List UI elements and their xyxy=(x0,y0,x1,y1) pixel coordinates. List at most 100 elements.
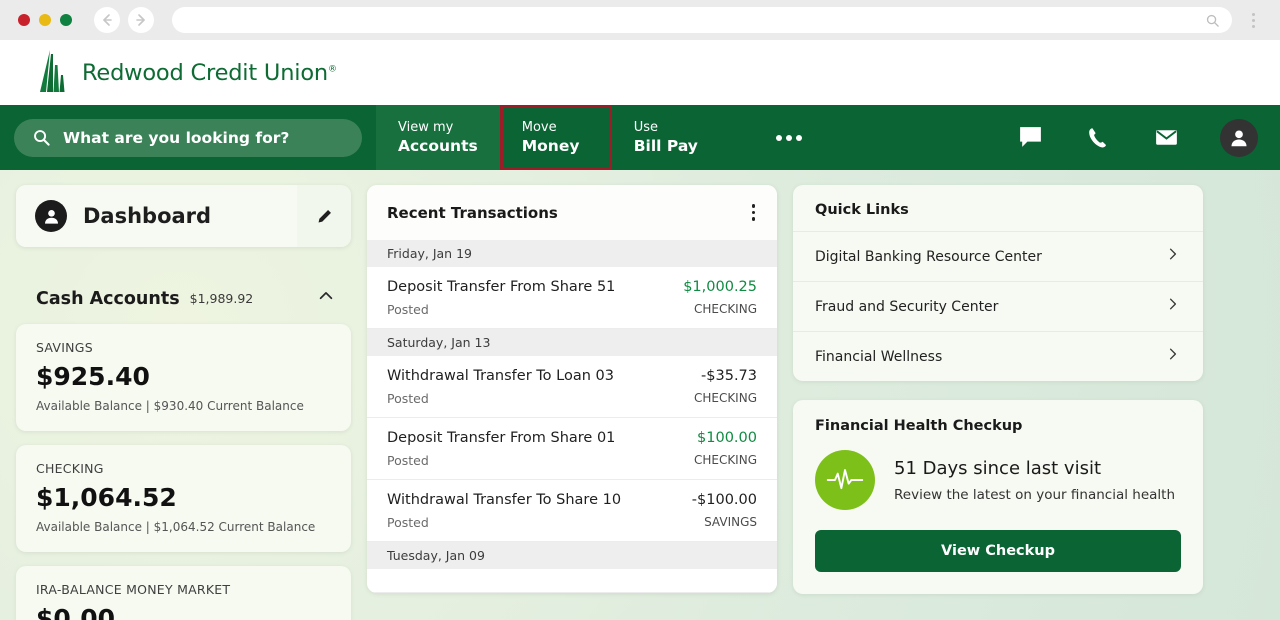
view-checkup-button[interactable]: View Checkup xyxy=(815,530,1181,572)
transaction-status: Posted xyxy=(387,453,429,468)
user-account-button[interactable] xyxy=(1220,118,1258,157)
quick-link-fraud-and-security-center[interactable]: Fraud and Security Center xyxy=(793,281,1203,331)
brand-name: Redwood Credit Union® xyxy=(82,60,337,86)
user-avatar-icon xyxy=(1231,129,1247,146)
recent-transactions-panel: Recent Transactions Friday, Jan 19 Depos… xyxy=(367,185,777,593)
kebab-menu-icon xyxy=(1251,12,1255,16)
transaction-account: CHECKING xyxy=(693,302,757,316)
quick-link-label: Financial Wellness xyxy=(815,348,943,365)
brand-logo-link[interactable]: Redwood Credit Union® xyxy=(33,48,337,98)
dashboard-title-area[interactable]: Dashboard xyxy=(16,185,297,247)
accounts-sidebar: Dashboard Cash Accounts $1,989.92 SAVING… xyxy=(16,185,351,620)
quick-link-label: Fraud and Security Center xyxy=(815,298,999,315)
nav-item-label-main: Bill Pay xyxy=(633,137,698,155)
nav-item-label-top: Use xyxy=(633,120,659,135)
search-icon xyxy=(34,130,50,146)
back-button[interactable] xyxy=(94,7,120,33)
cash-accounts-title: Cash Accounts xyxy=(36,288,180,309)
table-row[interactable] xyxy=(367,569,777,593)
recent-transactions-title: Recent Transactions xyxy=(387,203,558,222)
forward-arrow-icon xyxy=(136,14,145,26)
brand-header: Redwood Credit Union® xyxy=(0,40,1280,105)
table-row[interactable]: Deposit Transfer From Share 01 $100.00 P… xyxy=(367,418,777,480)
maximize-window-button[interactable] xyxy=(60,14,72,26)
nav-item-label-main: Money xyxy=(521,137,580,155)
nav-item-view-my-accounts[interactable]: View my Accounts xyxy=(376,105,500,170)
nav-search-container: What are you looking for? xyxy=(0,105,376,170)
chat-button[interactable] xyxy=(996,124,1064,151)
window-traffic-lights xyxy=(18,14,72,26)
transaction-account: CHECKING xyxy=(693,453,757,467)
transaction-name: Deposit Transfer From Share 01 xyxy=(387,430,616,446)
quick-link-financial-wellness[interactable]: Financial Wellness xyxy=(793,331,1203,381)
chevron-right-icon xyxy=(1165,346,1181,367)
transactions-menu-button[interactable] xyxy=(746,198,762,227)
nav-more-menu-button[interactable] xyxy=(750,105,828,170)
search-input[interactable]: What are you looking for? xyxy=(14,118,362,157)
transaction-date-header: Friday, Jan 19 xyxy=(367,240,777,267)
table-row[interactable]: Withdrawal Transfer To Share 10 -$100.00… xyxy=(367,480,777,542)
nav-item-label-top: Move xyxy=(521,120,557,135)
account-card-ira-money-market[interactable]: IRA-BALANCE MONEY MARKET $0.00 xyxy=(16,566,351,620)
cash-accounts-header[interactable]: Cash Accounts $1,989.92 xyxy=(16,287,351,310)
phone-button[interactable] xyxy=(1064,125,1132,151)
close-window-button[interactable] xyxy=(18,14,30,26)
forward-button[interactable] xyxy=(128,7,154,33)
nav-item-use-bill-pay[interactable]: Use Bill Pay xyxy=(612,105,724,170)
search-icon xyxy=(1206,14,1219,27)
browser-nav-buttons xyxy=(94,7,154,33)
ellipsis-icon xyxy=(775,134,782,141)
transaction-account: SAVINGS xyxy=(704,515,757,529)
chat-icon xyxy=(1019,127,1041,147)
chevron-right-icon xyxy=(1165,246,1181,267)
account-card-savings[interactable]: SAVINGS $925.40 Available Balance | $930… xyxy=(16,324,351,431)
transaction-account: CHECKING xyxy=(693,391,757,405)
chevron-up-icon xyxy=(319,291,333,300)
table-row[interactable]: Withdrawal Transfer To Loan 03 -$35.73 P… xyxy=(367,356,777,418)
transaction-amount: $1,000.25 xyxy=(683,279,757,295)
quick-links-title: Quick Links xyxy=(815,202,909,218)
account-card-checking[interactable]: CHECKING $1,064.52 Available Balance | $… xyxy=(16,445,351,552)
collapse-cash-accounts-button[interactable] xyxy=(317,287,335,310)
page-content: Dashboard Cash Accounts $1,989.92 SAVING… xyxy=(0,170,1280,620)
right-sidebar: Quick Links Digital Banking Resource Cen… xyxy=(793,185,1203,594)
transaction-name: Deposit Transfer From Share 51 xyxy=(387,279,616,295)
account-label: SAVINGS xyxy=(36,340,93,355)
mail-button[interactable] xyxy=(1132,124,1200,151)
minimize-window-button[interactable] xyxy=(39,14,51,26)
pencil-edit-icon xyxy=(318,209,331,222)
edit-dashboard-button[interactable] xyxy=(297,185,351,247)
account-balance-detail: Available Balance | $930.40 Current Bala… xyxy=(36,399,304,413)
mail-icon xyxy=(1155,130,1177,145)
nav-item-label-main: Accounts xyxy=(398,137,478,155)
financial-health-body: 51 Days since last visit Review the late… xyxy=(815,450,1181,510)
browser-menu-button[interactable] xyxy=(1240,12,1266,28)
transaction-status: Posted xyxy=(387,391,429,406)
back-arrow-icon xyxy=(103,14,112,26)
pulse-heartbeat-icon xyxy=(815,450,875,510)
main-navigation-bar: What are you looking for? View my Accoun… xyxy=(0,105,1280,170)
account-label: IRA-BALANCE MONEY MARKET xyxy=(36,582,231,597)
address-bar[interactable] xyxy=(172,7,1232,33)
dashboard-header-card: Dashboard xyxy=(16,185,351,247)
account-amount: $925.40 xyxy=(36,362,150,391)
kebab-menu-icon xyxy=(751,204,755,208)
financial-health-text: 51 Days since last visit Review the late… xyxy=(894,458,1175,503)
quick-link-label: Digital Banking Resource Center xyxy=(815,248,1042,265)
cash-accounts-total: $1,989.92 xyxy=(189,291,254,306)
redwood-tree-logo xyxy=(40,49,65,92)
transaction-amount: -$35.73 xyxy=(701,368,757,384)
search-placeholder-text: What are you looking for? xyxy=(63,128,290,147)
table-row[interactable]: Deposit Transfer From Share 51 $1,000.25… xyxy=(367,267,777,329)
account-label: CHECKING xyxy=(36,461,104,476)
nav-item-move-money[interactable]: Move Money xyxy=(499,105,612,170)
nav-item-label-top: View my xyxy=(398,120,454,135)
account-amount: $1,064.52 xyxy=(36,483,177,512)
quick-link-digital-banking-resource-center[interactable]: Digital Banking Resource Center xyxy=(793,231,1203,281)
transaction-name: Withdrawal Transfer To Loan 03 xyxy=(387,368,614,384)
phone-icon xyxy=(1089,127,1106,147)
days-since-last-visit: 51 Days since last visit xyxy=(894,457,1102,479)
financial-health-checkup-panel: Financial Health Checkup 51 Days since l… xyxy=(793,400,1203,594)
transaction-status: Posted xyxy=(387,515,429,530)
transaction-amount: -$100.00 xyxy=(691,492,757,508)
